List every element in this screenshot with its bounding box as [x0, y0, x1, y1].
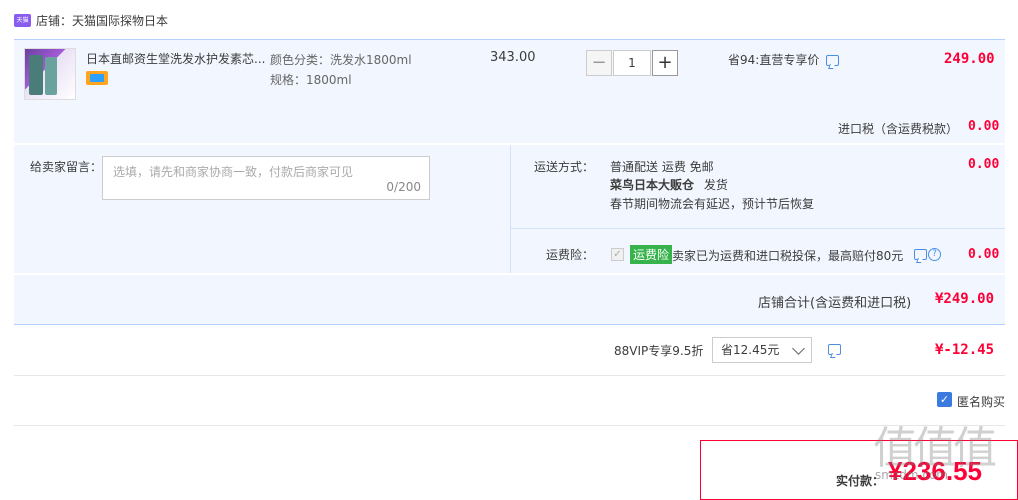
item-subtotal: 249.00	[944, 51, 995, 67]
quantity-stepper: − 1 +	[586, 50, 678, 76]
discount-label: 省94:直营专享价	[728, 53, 820, 67]
quantity-minus-button[interactable]: −	[586, 50, 612, 76]
chat-icon[interactable]	[914, 249, 927, 260]
warehouse-name: 菜鸟日本大贩仓	[610, 178, 695, 192]
anonymous-label: 匿名购买	[957, 395, 1006, 409]
shipping-fee: 0.00	[968, 157, 1000, 172]
vip-discount-value: ¥-12.45	[935, 342, 995, 358]
shop-name-link[interactable]: 天猫国际探物日本	[72, 12, 168, 29]
divider-h	[510, 228, 1005, 229]
shipping-label: 运送方式：	[534, 160, 595, 174]
watermark-url: smzdm.com	[875, 468, 948, 482]
quantity-plus-button[interactable]: +	[652, 50, 678, 76]
import-tax-value: 0.00	[968, 119, 1000, 134]
help-question-icon[interactable]: ?	[928, 248, 941, 261]
bottle-image	[45, 57, 57, 95]
shop-total-value: ¥249.00	[935, 291, 995, 307]
insurance-desc: 卖家已为运费和进口税投保，最高赔付80元	[672, 249, 904, 263]
insurance-label: 运费险：	[546, 248, 595, 262]
shipping-notice: 春节期间物流会有延迟，预计节后恢复	[610, 197, 815, 211]
message-label: 给卖家留言：	[30, 160, 103, 174]
vip-discount-select[interactable]: 省12.45元	[712, 337, 812, 363]
shop-label: 店铺：	[36, 13, 73, 28]
chat-icon[interactable]	[826, 55, 839, 66]
message-char-count: 0/200	[386, 180, 421, 194]
insurance-badge: 运费险	[630, 245, 673, 264]
import-tax-label: 进口税（含运费税款）	[838, 122, 959, 136]
shipping-origin: 菜鸟日本大贩仓 发货	[610, 176, 728, 193]
tmall-shop-icon: 天猫	[14, 13, 31, 27]
insurance-fee: 0.00	[968, 247, 1000, 262]
anonymous-checkbox[interactable]: ✓	[937, 392, 952, 407]
smzdm-watermark: 值值值	[873, 423, 997, 474]
unit-price: 343.00	[490, 50, 536, 65]
divider	[14, 375, 1005, 376]
seller-message-textarea[interactable]: 选填，请先和商家协商一致，付款后商家可见 0/200	[102, 156, 430, 200]
shipping-method: 普通配送 运费 免邮	[610, 160, 714, 174]
shop-total-label: 店铺合计(含运费和进口税)	[758, 296, 912, 311]
message-placeholder: 选填，请先和商家协商一致，付款后商家可见	[113, 165, 354, 179]
vip-label: 88VIP专享9.5折	[614, 344, 704, 358]
divider	[14, 425, 1005, 426]
sku-spec: 规格：1800ml	[270, 73, 352, 87]
product-title-link[interactable]: 日本直邮资生堂洗发水护发素芯...	[86, 50, 266, 67]
sku-color: 颜色分类：洗发水1800ml	[270, 53, 412, 67]
product-thumbnail[interactable]	[24, 48, 76, 100]
chat-icon[interactable]	[828, 344, 841, 355]
vip-selected-value: 省12.45元	[721, 343, 780, 357]
panel-divider	[510, 145, 511, 273]
quantity-input[interactable]: 1	[613, 50, 651, 76]
shop-header: 天猫 店铺： 天猫国际探物日本	[14, 10, 168, 30]
chevron-down-icon	[792, 342, 805, 355]
ship-text: 发货	[703, 178, 728, 192]
bottle-image	[29, 55, 43, 95]
credit-card-icon	[86, 71, 108, 85]
insurance-checkbox: ✓	[611, 248, 624, 261]
